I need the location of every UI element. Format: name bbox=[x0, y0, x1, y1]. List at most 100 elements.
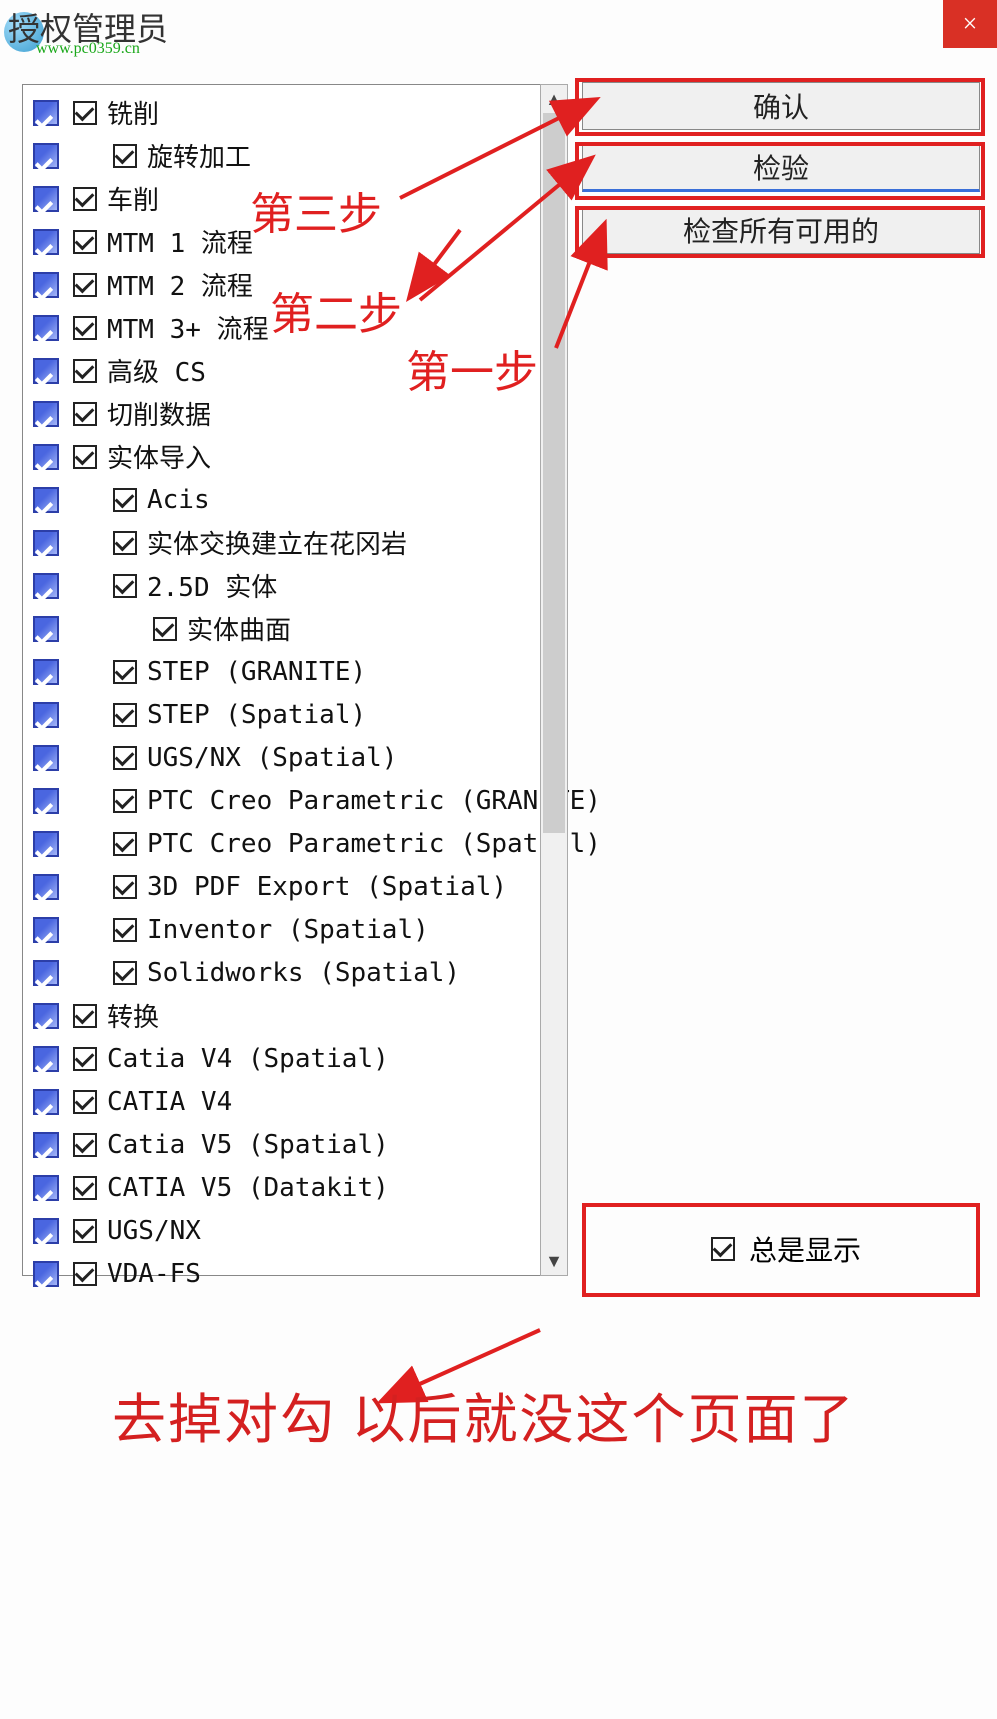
tree-row: UGS/NX (Spatial) bbox=[27, 736, 564, 779]
license-tree-panel: 铣削旋转加工车削MTM 1 流程MTM 2 流程MTM 3+ 流程高级 CS切削… bbox=[22, 84, 568, 1276]
feature-label: Catia V4 (Spatial) bbox=[107, 1044, 389, 1074]
feature-checkbox[interactable] bbox=[113, 488, 137, 512]
feature-label: Solidworks (Spatial) bbox=[147, 958, 460, 988]
feature-checkbox[interactable] bbox=[113, 660, 137, 684]
verify-label: 检验 bbox=[753, 147, 809, 187]
status-icon bbox=[33, 229, 59, 255]
feature-checkbox[interactable] bbox=[73, 1176, 97, 1200]
feature-checkbox[interactable] bbox=[73, 1047, 97, 1071]
title-left: 授权管理员 www.pc0359.cn bbox=[0, 0, 176, 63]
feature-checkbox[interactable] bbox=[113, 961, 137, 985]
feature-checkbox[interactable] bbox=[73, 101, 97, 125]
status-icon bbox=[33, 358, 59, 384]
status-icon bbox=[33, 659, 59, 685]
tree-row: 旋转加工 bbox=[27, 134, 564, 177]
feature-checkbox[interactable] bbox=[73, 1262, 97, 1286]
feature-checkbox[interactable] bbox=[73, 1090, 97, 1114]
check-all-button[interactable]: 检查所有可用的 bbox=[582, 206, 980, 254]
feature-checkbox[interactable] bbox=[113, 703, 137, 727]
tree-row: 车削 bbox=[27, 177, 564, 220]
tree-row: Catia V5 (Spatial) bbox=[27, 1123, 564, 1166]
tree-row: CATIA V5 (Datakit) bbox=[27, 1166, 564, 1209]
feature-checkbox[interactable] bbox=[113, 531, 137, 555]
scroll-thumb[interactable] bbox=[543, 113, 565, 833]
feature-checkbox[interactable] bbox=[113, 789, 137, 813]
feature-checkbox[interactable] bbox=[73, 1133, 97, 1157]
feature-checkbox[interactable] bbox=[73, 187, 97, 211]
feature-checkbox[interactable] bbox=[113, 574, 137, 598]
feature-checkbox[interactable] bbox=[113, 918, 137, 942]
status-icon bbox=[33, 530, 59, 556]
feature-checkbox[interactable] bbox=[73, 1004, 97, 1028]
tree-row: STEP (Spatial) bbox=[27, 693, 564, 736]
feature-label: Acis bbox=[147, 485, 210, 515]
title-bar: 授权管理员 www.pc0359.cn × bbox=[0, 0, 997, 72]
status-icon bbox=[33, 960, 59, 986]
scroll-up-arrow[interactable]: ▲ bbox=[541, 85, 567, 113]
status-icon bbox=[33, 917, 59, 943]
check-all-label: 检查所有可用的 bbox=[683, 210, 879, 250]
feature-label: Inventor (Spatial) bbox=[147, 915, 429, 945]
feature-checkbox[interactable] bbox=[73, 359, 97, 383]
status-icon bbox=[33, 1046, 59, 1072]
license-tree: 铣削旋转加工车削MTM 1 流程MTM 2 流程MTM 3+ 流程高级 CS切削… bbox=[23, 85, 568, 1301]
right-button-group: 确认 检验 检查所有可用的 bbox=[582, 82, 980, 268]
tree-row: Catia V4 (Spatial) bbox=[27, 1037, 564, 1080]
feature-checkbox[interactable] bbox=[73, 316, 97, 340]
feature-label: 实体交换建立在花冈岩 bbox=[147, 524, 407, 561]
verify-button[interactable]: 检验 bbox=[582, 144, 980, 192]
tree-row: 铣削 bbox=[27, 91, 564, 134]
feature-label: UGS/NX (Spatial) bbox=[147, 743, 397, 773]
status-icon bbox=[33, 831, 59, 857]
tree-row: VDA-FS bbox=[27, 1252, 564, 1295]
tree-row: 3D PDF Export (Spatial) bbox=[27, 865, 564, 908]
status-icon bbox=[33, 444, 59, 470]
watermark-url: www.pc0359.cn bbox=[36, 40, 140, 58]
always-show-checkbox[interactable] bbox=[711, 1237, 735, 1261]
feature-label: 高级 CS bbox=[107, 352, 206, 389]
tree-row: PTC Creo Parametric (GRANITE) bbox=[27, 779, 564, 822]
feature-label: VDA-FS bbox=[107, 1259, 201, 1289]
feature-checkbox[interactable] bbox=[113, 144, 137, 168]
feature-label: 转换 bbox=[107, 997, 159, 1034]
status-icon bbox=[33, 1132, 59, 1158]
status-icon bbox=[33, 573, 59, 599]
feature-checkbox[interactable] bbox=[73, 445, 97, 469]
status-icon bbox=[33, 487, 59, 513]
tree-row: STEP (GRANITE) bbox=[27, 650, 564, 693]
feature-checkbox[interactable] bbox=[113, 832, 137, 856]
scrollbar[interactable]: ▲ ▼ bbox=[540, 84, 568, 1276]
status-icon bbox=[33, 315, 59, 341]
feature-checkbox[interactable] bbox=[73, 230, 97, 254]
feature-label: MTM 2 流程 bbox=[107, 266, 253, 303]
scroll-down-arrow[interactable]: ▼ bbox=[541, 1247, 567, 1275]
tree-row: Acis bbox=[27, 478, 564, 521]
feature-label: CATIA V4 bbox=[107, 1087, 232, 1117]
feature-label: PTC Creo Parametric (GRANITE) bbox=[147, 786, 601, 816]
close-button[interactable]: × bbox=[943, 0, 997, 48]
tree-row: 实体交换建立在花冈岩 bbox=[27, 521, 564, 564]
feature-checkbox[interactable] bbox=[73, 402, 97, 426]
feature-checkbox[interactable] bbox=[153, 617, 177, 641]
status-icon bbox=[33, 616, 59, 642]
feature-label: 2.5D 实体 bbox=[147, 567, 277, 604]
status-icon bbox=[33, 1003, 59, 1029]
feature-checkbox[interactable] bbox=[113, 746, 137, 770]
feature-label: CATIA V5 (Datakit) bbox=[107, 1173, 389, 1203]
scroll-track[interactable] bbox=[541, 113, 567, 1247]
feature-label: 切削数据 bbox=[107, 395, 211, 432]
status-icon bbox=[33, 272, 59, 298]
tree-row: PTC Creo Parametric (Spatial) bbox=[27, 822, 564, 865]
tree-row: 2.5D 实体 bbox=[27, 564, 564, 607]
feature-checkbox[interactable] bbox=[73, 273, 97, 297]
status-icon bbox=[33, 745, 59, 771]
bottom-note: 去掉对勾 以后就没这个页面了 bbox=[112, 1383, 957, 1459]
feature-label: PTC Creo Parametric (Spatial) bbox=[147, 829, 601, 859]
status-icon bbox=[33, 1218, 59, 1244]
feature-label: Catia V5 (Spatial) bbox=[107, 1130, 389, 1160]
feature-checkbox[interactable] bbox=[113, 875, 137, 899]
status-icon bbox=[33, 788, 59, 814]
feature-label: 3D PDF Export (Spatial) bbox=[147, 872, 507, 902]
confirm-button[interactable]: 确认 bbox=[582, 82, 980, 130]
feature-checkbox[interactable] bbox=[73, 1219, 97, 1243]
